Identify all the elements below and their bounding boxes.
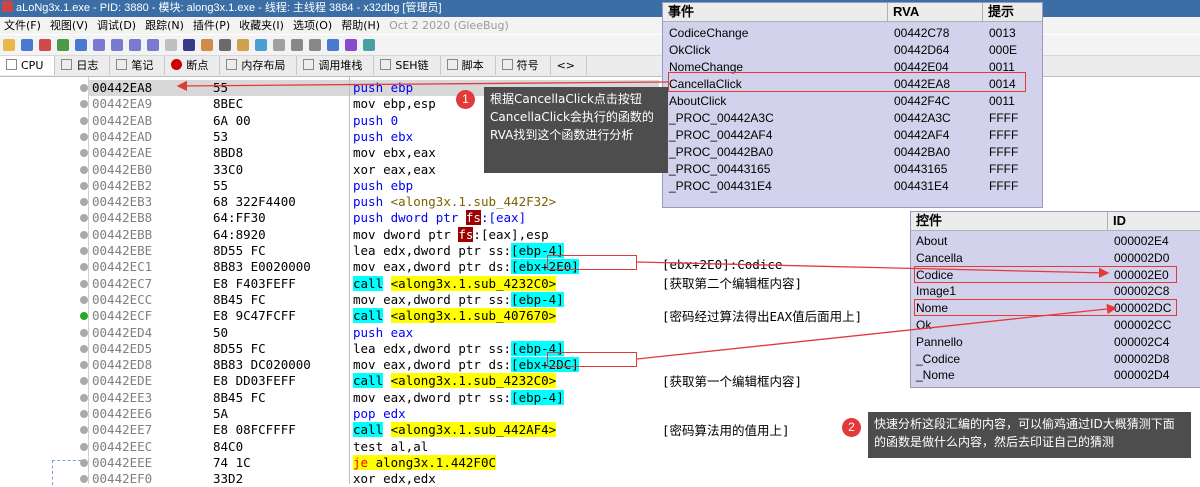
arrow-to-codice-id (636, 261, 1110, 278)
breakpoint-dot[interactable] (80, 165, 88, 174)
breakpoint-dot[interactable] (80, 328, 88, 337)
callout-2: 快速分析这段汇编的内容，可以偷鸡通过ID大概猜测下面的函数是做什么内容，然后去印… (868, 412, 1191, 458)
breakpoint-dot[interactable] (80, 410, 88, 418)
breakpoint-dot[interactable] (80, 132, 88, 141)
breakpoint-dot[interactable] (80, 230, 88, 239)
breakpoint-dot[interactable] (80, 295, 88, 304)
breakpoint-dot[interactable] (80, 181, 88, 190)
arrow-to-function-start (176, 80, 669, 92)
breakpoint-dot[interactable] (80, 458, 88, 467)
callout-1: 根据CancellaClick点击按钮CancellaClick会执行的函数的R… (484, 87, 668, 173)
breakpoint-dot[interactable] (80, 442, 88, 451)
breakpoint-dot[interactable] (80, 279, 88, 288)
breakpoint-dot[interactable] (80, 247, 88, 255)
breakpoint-dot[interactable] (80, 84, 88, 92)
breakpoint-dot[interactable] (80, 116, 88, 125)
callout-badge-2: 2 (842, 418, 861, 437)
callout-badge-1: 1 (456, 90, 475, 109)
breakpoint-dot[interactable] (80, 393, 88, 402)
arrow-to-nome-id (636, 303, 1118, 360)
breakpoint-dot[interactable] (80, 344, 88, 353)
